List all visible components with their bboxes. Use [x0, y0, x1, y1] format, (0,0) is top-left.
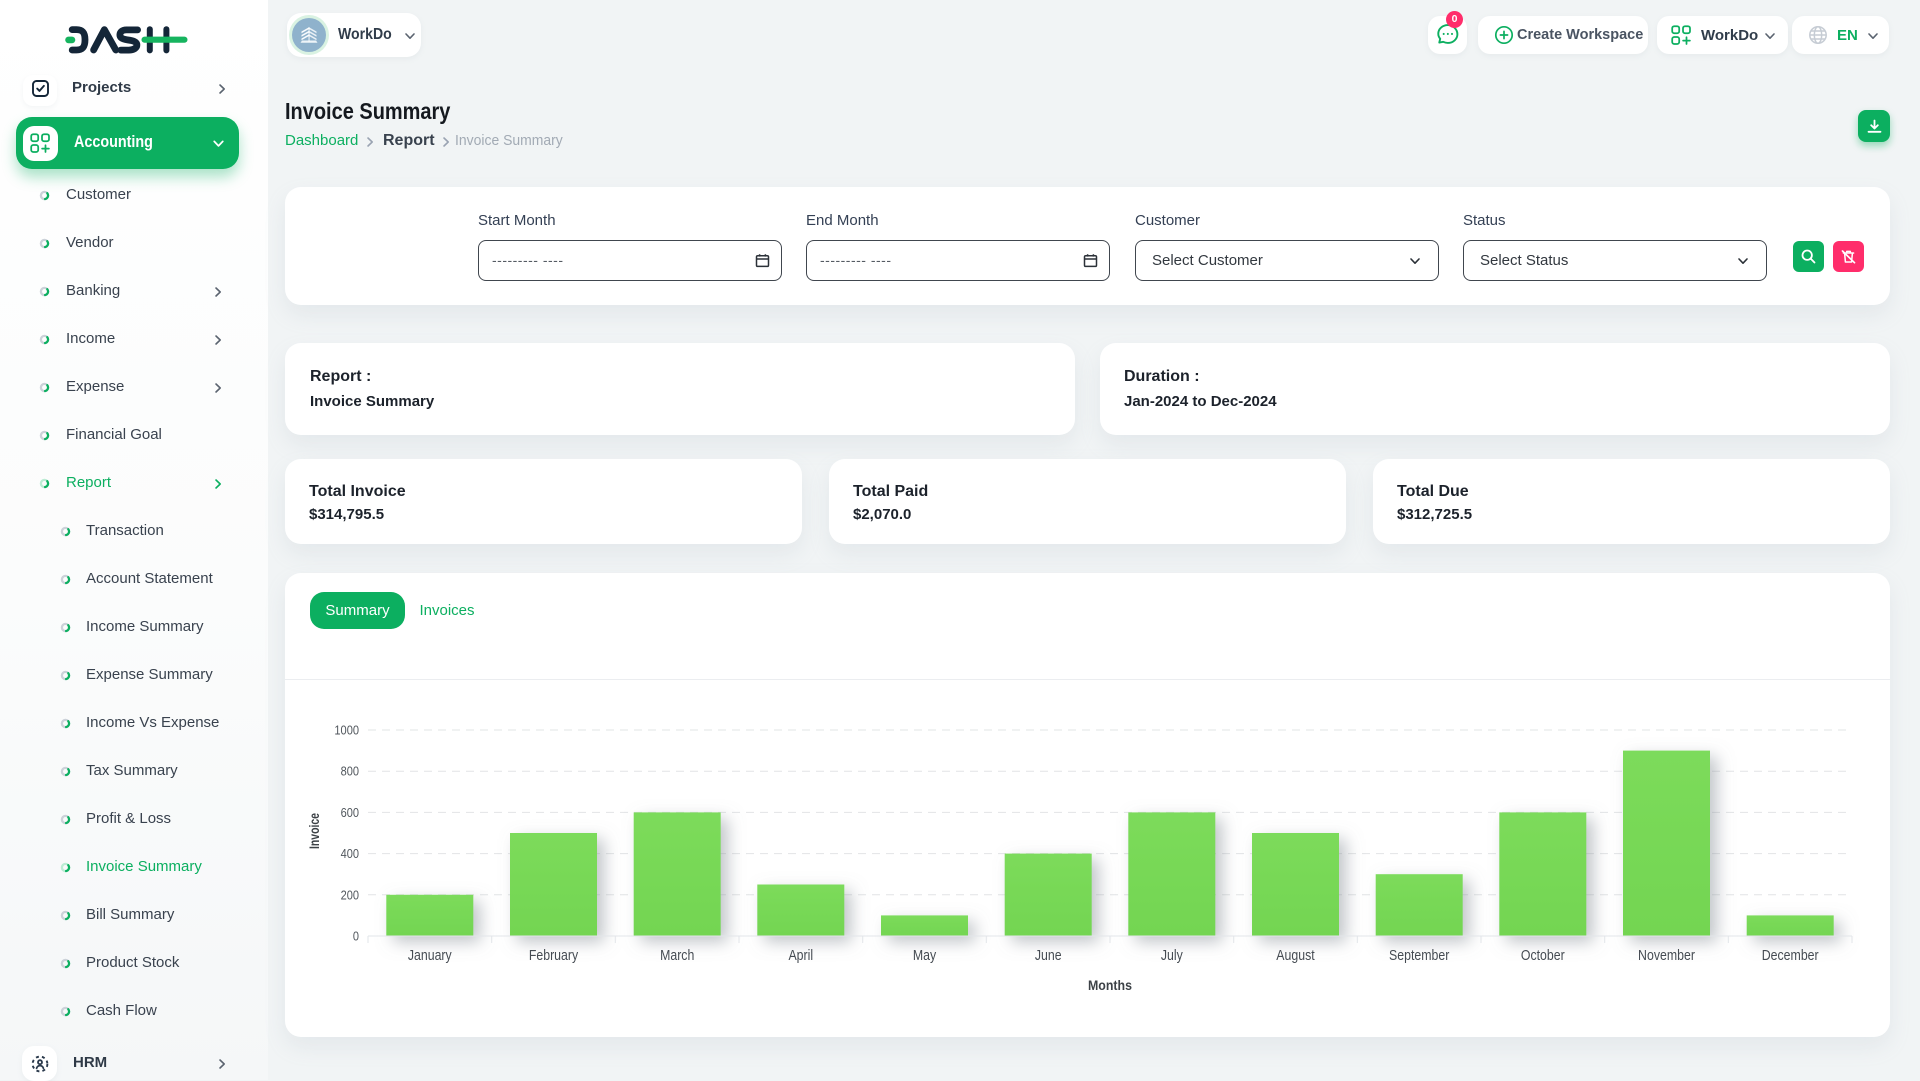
- svg-text:August: August: [1276, 948, 1314, 964]
- svg-text:March: March: [660, 948, 694, 964]
- svg-text:May: May: [913, 948, 937, 964]
- svg-text:September: September: [1389, 948, 1449, 964]
- svg-text:June: June: [1035, 948, 1062, 964]
- svg-text:December: December: [1762, 948, 1819, 964]
- svg-text:February: February: [529, 948, 579, 964]
- svg-text:1000: 1000: [334, 723, 359, 738]
- svg-text:200: 200: [341, 887, 359, 902]
- svg-text:October: October: [1521, 948, 1565, 964]
- svg-text:July: July: [1161, 948, 1184, 964]
- svg-text:400: 400: [341, 846, 359, 861]
- svg-text:0: 0: [353, 929, 359, 944]
- svg-text:November: November: [1638, 948, 1695, 964]
- svg-text:600: 600: [341, 805, 359, 820]
- svg-text:April: April: [788, 948, 813, 964]
- svg-text:Invoice: Invoice: [307, 813, 322, 849]
- svg-text:800: 800: [341, 764, 359, 779]
- svg-text:Months: Months: [1088, 978, 1132, 993]
- svg-text:January: January: [408, 948, 452, 964]
